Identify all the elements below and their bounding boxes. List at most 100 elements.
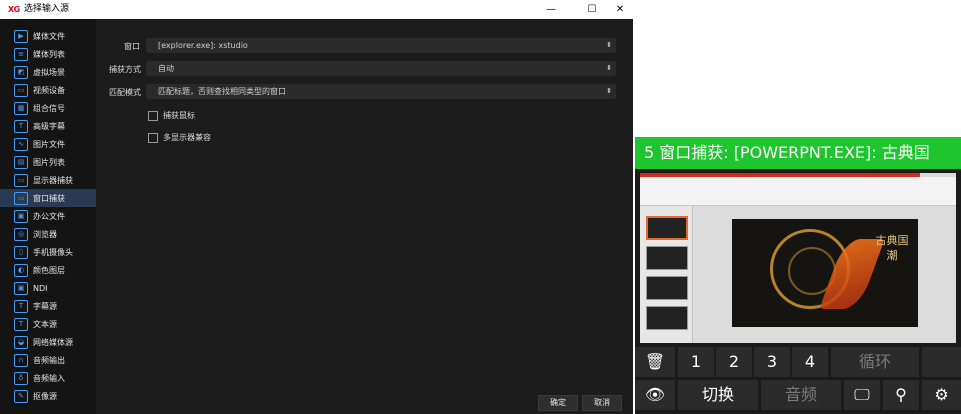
sidebar-item-label: 音频输出 bbox=[33, 355, 65, 365]
sidebar-item[interactable]: ∿ 图片文件 bbox=[0, 135, 96, 153]
visibility-button[interactable]: 👁 bbox=[635, 380, 675, 410]
sidebar-item[interactable]: T 字幕源 bbox=[0, 297, 96, 315]
ppt-current-slide: 古典国潮 bbox=[732, 219, 918, 327]
sidebar-item-label: 文本源 bbox=[33, 319, 57, 329]
maximize-button[interactable]: ☐ bbox=[579, 0, 605, 19]
sidebar-item[interactable]: ◐ 颜色图层 bbox=[0, 261, 96, 279]
sidebar-item-label: 组合信号 bbox=[33, 103, 65, 113]
sidebar-item[interactable]: ▤ 图片列表 bbox=[0, 153, 96, 171]
source-type-icon: ✎ bbox=[14, 389, 28, 403]
preview-image: 古典国潮 bbox=[640, 173, 956, 343]
gear-icon: ⚙ bbox=[934, 385, 949, 404]
delete-button[interactable]: 🗑 bbox=[635, 347, 675, 377]
sidebar-item[interactable]: ◎ 浏览器 bbox=[0, 225, 96, 243]
sidebar-item-label: 浏览器 bbox=[33, 229, 57, 239]
slide-title: 古典国潮 bbox=[875, 234, 909, 262]
source-type-icon: ▣ bbox=[14, 281, 28, 295]
sidebar-item[interactable]: T 文本源 bbox=[0, 315, 96, 333]
ok-button[interactable]: 确定 bbox=[538, 395, 578, 411]
capture-mouse-option[interactable]: 捕获鼠标 bbox=[148, 110, 195, 121]
source-type-icon: ∿ bbox=[14, 137, 28, 151]
monitor-button[interactable]: 🖵 bbox=[844, 380, 880, 410]
source-type-icon: ◩ bbox=[14, 65, 28, 79]
updown-arrow-icon: ⬍ bbox=[606, 87, 612, 95]
window-select-value: [explorer.exe]: xstudio bbox=[158, 41, 248, 50]
sidebar-item-label: 媒体列表 bbox=[33, 49, 65, 59]
match-mode-label: 匹配模式 bbox=[109, 88, 141, 97]
sidebar-item-label: 媒体文件 bbox=[33, 31, 65, 41]
sidebar-item-label: 视频设备 bbox=[33, 85, 65, 95]
monitor-icon: 🖵 bbox=[854, 385, 870, 404]
source-type-icon: ▭ bbox=[14, 191, 28, 205]
preview-controls: 🗑 1 2 3 4 循环 👁 切换 音频 🖵 ⚲ ⚙ bbox=[635, 347, 961, 414]
sidebar-item[interactable]: ∩ 音频输出 bbox=[0, 351, 96, 369]
sidebar-item[interactable]: T 高级字幕 bbox=[0, 117, 96, 135]
match-mode-value: 匹配标题，否则查找相同类型的窗口 bbox=[158, 87, 286, 96]
sidebar-item-label: 网络媒体源 bbox=[33, 337, 73, 347]
sidebar-item[interactable]: ▦ 组合信号 bbox=[0, 99, 96, 117]
source-type-icon: ▯ bbox=[14, 245, 28, 259]
slot-4-button[interactable]: 4 bbox=[792, 347, 828, 377]
sidebar-item-label: 手机摄像头 bbox=[33, 247, 73, 257]
loop-button[interactable]: 循环 bbox=[831, 347, 919, 377]
location-button[interactable]: ⚲ bbox=[883, 380, 919, 410]
dialog-title: 选择输入源 bbox=[24, 4, 70, 14]
sidebar-item[interactable]: ◒ 网络媒体源 bbox=[0, 333, 96, 351]
capture-mode-value: 自动 bbox=[158, 64, 174, 73]
source-type-icon: ◎ bbox=[14, 227, 28, 241]
trash-icon: 🗑 bbox=[644, 352, 666, 371]
title-bar[interactable]: XG 选择输入源 — ☐ ✕ bbox=[0, 0, 633, 19]
capture-mouse-checkbox[interactable] bbox=[148, 110, 158, 121]
source-type-icon: ∩ bbox=[14, 353, 28, 367]
minimize-button[interactable]: — bbox=[538, 0, 564, 19]
source-type-icon: ▶ bbox=[14, 29, 28, 43]
source-type-icon: ◐ bbox=[14, 263, 28, 277]
multi-monitor-checkbox[interactable] bbox=[148, 132, 158, 143]
sidebar-item[interactable]: ▭ 窗口捕获 bbox=[0, 189, 96, 207]
multi-monitor-label: 多显示器兼容 bbox=[163, 133, 211, 142]
ppt-slide-thumbnails bbox=[640, 206, 693, 343]
multi-monitor-option[interactable]: 多显示器兼容 bbox=[148, 132, 211, 143]
preview-title: 5 窗口捕获: [POWERPNT.EXE]: 古典国 bbox=[635, 137, 961, 169]
settings-button[interactable]: ⚙ bbox=[922, 380, 961, 410]
capture-mode-label: 捕获方式 bbox=[109, 65, 141, 74]
cancel-button[interactable]: 取消 bbox=[582, 395, 622, 411]
slot-1-button[interactable]: 1 bbox=[678, 347, 714, 377]
slot-3-button[interactable]: 3 bbox=[754, 347, 790, 377]
sidebar-item[interactable]: ♁ 音频输入 bbox=[0, 369, 96, 387]
source-type-icon: ▣ bbox=[14, 209, 28, 223]
audio-button[interactable]: 音频 bbox=[761, 380, 841, 410]
close-button[interactable]: ✕ bbox=[607, 0, 633, 19]
updown-arrow-icon: ⬍ bbox=[606, 41, 612, 49]
sidebar-item-label: 音频输入 bbox=[33, 373, 65, 383]
sidebar-item[interactable]: ✎ 抠像源 bbox=[0, 387, 96, 405]
sidebar-item-label: 颜色图层 bbox=[33, 265, 65, 275]
sidebar-item[interactable]: ▭ 视频设备 bbox=[0, 81, 96, 99]
source-type-icon: ▭ bbox=[14, 83, 28, 97]
match-mode-select[interactable]: 匹配标题，否则查找相同类型的窗口 ⬍ bbox=[146, 84, 616, 99]
sidebar-item[interactable]: ≡ 媒体列表 bbox=[0, 45, 96, 63]
source-type-icon: T bbox=[14, 299, 28, 313]
sidebar-item[interactable]: ▣ NDI bbox=[0, 279, 96, 297]
sidebar-item-label: 图片列表 bbox=[33, 157, 65, 167]
sidebar-item[interactable]: ▶ 媒体文件 bbox=[0, 27, 96, 45]
empty-slot-button[interactable] bbox=[922, 347, 961, 377]
app-logo: XG bbox=[8, 5, 20, 14]
sidebar-item-label: 图片文件 bbox=[33, 139, 65, 149]
sidebar-item[interactable]: ▣ 办公文件 bbox=[0, 207, 96, 225]
sidebar-item[interactable]: ◩ 虚拟场景 bbox=[0, 63, 96, 81]
sidebar-item-label: 高级字幕 bbox=[33, 121, 65, 131]
capture-mode-select[interactable]: 自动 ⬍ bbox=[146, 61, 616, 76]
preview-panel: 5 窗口捕获: [POWERPNT.EXE]: 古典国 古典国潮 🗑 1 2 3… bbox=[635, 137, 961, 414]
sidebar-item-label: NDI bbox=[33, 283, 48, 293]
source-type-icon: ▭ bbox=[14, 173, 28, 187]
updown-arrow-icon: ⬍ bbox=[606, 64, 612, 72]
sidebar-item[interactable]: ▭ 显示器捕获 bbox=[0, 171, 96, 189]
switch-button[interactable]: 切换 bbox=[678, 380, 758, 410]
ppt-ribbon bbox=[640, 177, 956, 206]
slot-2-button[interactable]: 2 bbox=[716, 347, 752, 377]
window-select[interactable]: [explorer.exe]: xstudio ⬍ bbox=[146, 38, 616, 53]
source-type-icon: ▦ bbox=[14, 101, 28, 115]
slide-thumbnail bbox=[646, 276, 688, 300]
sidebar-item[interactable]: ▯ 手机摄像头 bbox=[0, 243, 96, 261]
